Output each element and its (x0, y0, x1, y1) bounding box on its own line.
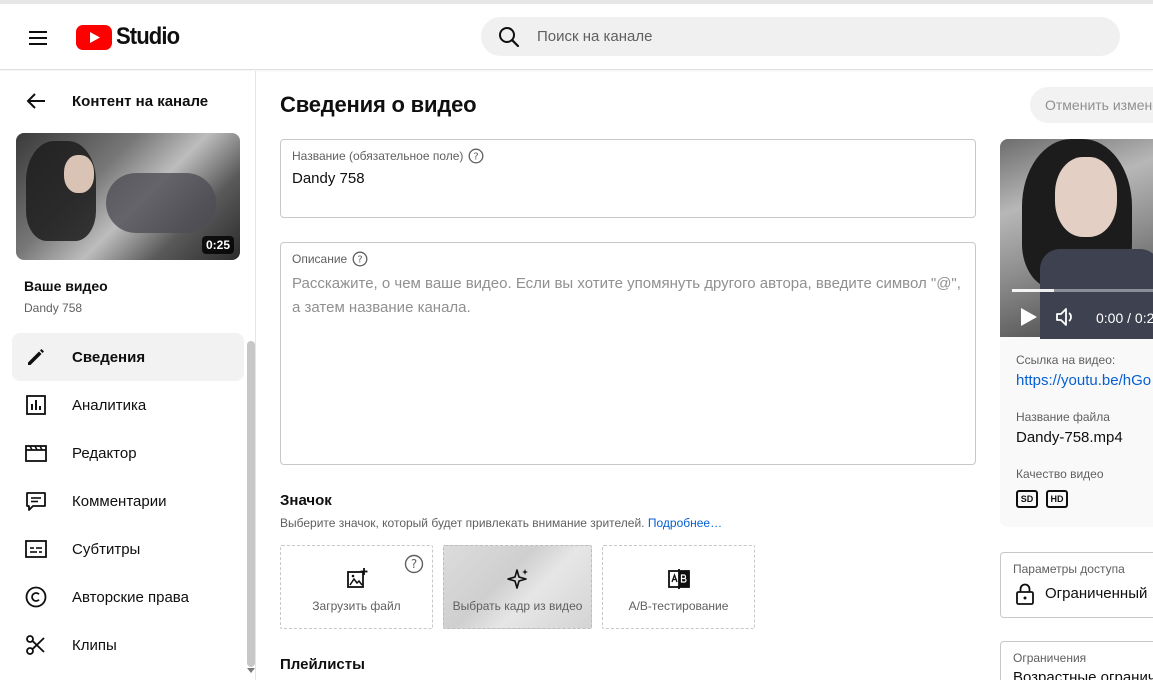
playback-progress-fill (1012, 289, 1055, 292)
video-preview-card: 0:00 / 0:25 Ссылка на видео: https://you… (1000, 139, 1153, 527)
filename-value: Dandy-758.mp4 (1016, 429, 1123, 446)
your-video-label: Ваше видео (24, 278, 108, 294)
thumbnail-face (64, 155, 94, 193)
subtitles-icon (25, 540, 47, 558)
visibility-dropdown[interactable]: Параметры доступа Ограниченный (1000, 552, 1153, 618)
top-app-bar: Studio (0, 4, 1153, 70)
hamburger-menu-icon (29, 31, 47, 45)
restrictions-value: Возрастные ограничения (1013, 669, 1153, 680)
video-thumbnail[interactable]: 0:25 (16, 133, 240, 260)
restrictions-label: Ограничения (1013, 651, 1087, 665)
sidebar-item-label: Авторские права (72, 588, 189, 606)
title-label-text: Название (обязательное поле) (292, 149, 464, 163)
thumbnail-hint-text: Выберите значок, который будет привлекат… (280, 516, 645, 530)
sidebar-item-label: Комментарии (72, 492, 167, 510)
back-to-content-button[interactable]: Контент на канале (0, 85, 256, 117)
sidebar-video-title: Dandy 758 (24, 301, 83, 315)
description-label-text: Описание (292, 252, 348, 266)
video-link[interactable]: https://youtu.be/hGo (1016, 372, 1151, 389)
left-sidebar: Контент на канале 0:25 Ваше видео Dandy … (0, 71, 256, 680)
sidebar-item-copyright[interactable]: Авторские права (12, 573, 244, 621)
copyright-icon (25, 586, 47, 608)
scissors-icon (26, 635, 45, 655)
analytics-icon (26, 395, 46, 415)
visibility-value: Ограниченный (1045, 585, 1148, 602)
comments-icon (26, 492, 46, 511)
ab-testing-label: A/B-тестирование (628, 599, 729, 613)
play-icon[interactable] (1016, 305, 1040, 329)
sidebar-nav: Сведения Аналитика Редактор Комментарии … (12, 333, 244, 669)
sidebar-item-label: Аналитика (72, 396, 147, 414)
player-frame-face (1055, 157, 1117, 237)
sidebar-item-details[interactable]: Сведения (12, 333, 244, 381)
undo-changes-button[interactable]: Отменить изменения (1030, 87, 1153, 123)
editor-icon (25, 445, 47, 462)
sidebar-item-subtitles[interactable]: Субтитры (12, 525, 244, 573)
filename-label: Название файла (1016, 410, 1110, 424)
svg-text:?: ? (411, 557, 417, 571)
lock-icon (1016, 583, 1034, 605)
sd-badge: SD (1016, 490, 1038, 508)
upload-thumbnail-label: Загрузить файл (312, 599, 401, 613)
help-icon[interactable]: ? (352, 251, 368, 267)
quality-badges: SD HD (1016, 490, 1068, 508)
add-photo-icon (346, 568, 367, 588)
title-field[interactable]: Название (обязательное поле) ? Dandy 758 (280, 139, 976, 218)
svg-text:?: ? (474, 152, 479, 163)
auto-frame-label: Выбрать кадр из видео (452, 599, 583, 613)
studio-logo[interactable]: Studio (76, 23, 185, 50)
sidebar-scrollbar[interactable] (247, 341, 255, 667)
studio-logo-text: Studio (116, 23, 180, 50)
arrow-back-icon (26, 93, 45, 109)
playlists-section-title: Плейлисты (280, 656, 365, 673)
sidebar-item-clips[interactable]: Клипы (12, 621, 244, 669)
thumbnail-background (106, 173, 216, 233)
video-player[interactable]: 0:00 / 0:25 (1000, 139, 1153, 339)
search-input[interactable] (537, 28, 1097, 45)
back-label: Контент на канале (72, 92, 209, 110)
sidebar-item-label: Клипы (72, 636, 117, 654)
title-input[interactable]: Dandy 758 (292, 170, 365, 187)
sidebar-item-analytics[interactable]: Аналитика (12, 381, 244, 429)
chevron-down-icon (247, 668, 255, 673)
help-icon[interactable]: ? (468, 148, 484, 164)
upload-thumbnail-button[interactable]: ? Загрузить файл (280, 545, 433, 629)
title-field-label: Название (обязательное поле) ? (292, 148, 484, 164)
scroll-down-arrow[interactable] (247, 667, 255, 675)
pencil-icon (28, 349, 44, 365)
description-field[interactable]: Описание ? Расскажите, о чем ваше видео.… (280, 242, 976, 465)
video-link-label: Ссылка на видео: (1016, 353, 1116, 367)
sidebar-item-label: Редактор (72, 444, 137, 462)
visibility-label: Параметры доступа (1013, 562, 1125, 576)
youtube-logo-icon (76, 24, 112, 50)
help-icon[interactable]: ? (404, 554, 424, 574)
menu-button[interactable] (22, 22, 54, 54)
playback-time: 0:00 / 0:25 (1096, 310, 1153, 326)
ab-testing-button[interactable]: A/B-тестирование (602, 545, 755, 629)
sidebar-item-comments[interactable]: Комментарии (12, 477, 244, 525)
thumbnail-hint: Выберите значок, который будет привлекат… (280, 516, 722, 530)
channel-search[interactable] (481, 17, 1120, 56)
volume-icon[interactable] (1054, 305, 1078, 329)
sparkle-icon (506, 569, 528, 589)
duration-badge: 0:25 (201, 236, 234, 254)
thumbnail-section-title: Значок (280, 492, 332, 509)
sidebar-item-label: Сведения (72, 348, 146, 366)
description-textarea[interactable]: Расскажите, о чем ваше видео. Если вы хо… (292, 272, 972, 320)
learn-more-link[interactable]: Подробнее… (648, 516, 722, 530)
sidebar-item-label: Субтитры (72, 540, 141, 558)
ab-test-icon (667, 569, 690, 589)
restrictions-card[interactable]: Ограничения Возрастные ограничения (1000, 641, 1153, 680)
hd-badge: HD (1046, 490, 1068, 508)
search-icon (499, 26, 520, 47)
sidebar-item-editor[interactable]: Редактор (12, 429, 244, 477)
page-title: Сведения о видео (280, 92, 477, 117)
quality-label: Качество видео (1016, 467, 1104, 481)
svg-text:?: ? (358, 255, 363, 266)
description-field-label: Описание ? (292, 251, 368, 267)
auto-frame-button[interactable]: Выбрать кадр из видео (443, 545, 592, 629)
playback-progress-bar[interactable] (1012, 289, 1153, 292)
